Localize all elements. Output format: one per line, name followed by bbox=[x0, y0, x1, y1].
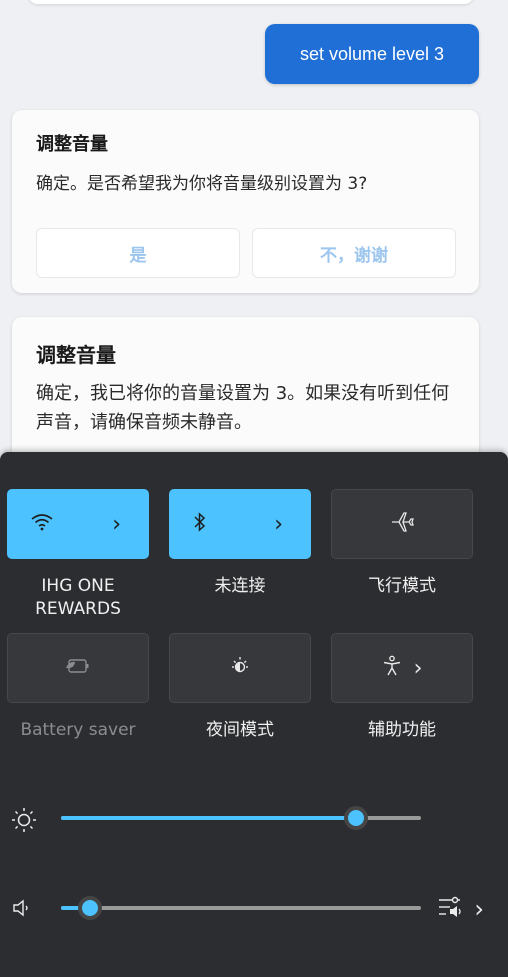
quick-settings-panel: › IHG ONE REWARDS › 未连接 飞行模式 Battery sav… bbox=[0, 452, 508, 977]
airplane-mode-tile[interactable] bbox=[331, 489, 473, 559]
user-message-text: set volume level 3 bbox=[299, 43, 445, 64]
card-text: 确定。是否希望我为你将音量级别设置为 3? bbox=[36, 174, 368, 194]
card-text: 确定，我已将你的音量设置为 3。如果没有听到任何声音，请确保音频未静音。 bbox=[36, 383, 450, 433]
bluetooth-tile[interactable]: › bbox=[169, 489, 311, 559]
card-title: 调整音量 bbox=[36, 134, 108, 155]
night-light-tile[interactable] bbox=[169, 633, 311, 703]
accessibility-label: 辅助功能 bbox=[368, 720, 436, 740]
volume-slider[interactable] bbox=[61, 896, 421, 920]
sound-mixer-icon bbox=[438, 895, 466, 923]
battery-saver-label: Battery saver bbox=[20, 720, 136, 740]
chevron-right-icon[interactable]: › bbox=[274, 512, 283, 537]
accessibility-tile[interactable]: › bbox=[331, 633, 473, 703]
no-thanks-button[interactable]: 不，谢谢 bbox=[252, 228, 456, 278]
chat-area: set volume level 3 调整音量 确定。是否希望我为你将音量级别设… bbox=[0, 0, 508, 467]
accessibility-icon bbox=[382, 655, 402, 682]
brightness-fill bbox=[61, 816, 357, 820]
chevron-right-icon: › bbox=[474, 895, 484, 923]
wifi-tile[interactable]: › bbox=[7, 489, 149, 559]
volume-mixer-button[interactable]: › bbox=[438, 895, 484, 923]
sun-icon bbox=[10, 806, 38, 840]
brightness-slider[interactable] bbox=[61, 806, 421, 830]
confirm-volume-card: 调整音量 确定。是否希望我为你将音量级别设置为 3? 是 不，谢谢 bbox=[12, 110, 479, 293]
volume-thumb[interactable] bbox=[77, 896, 102, 920]
yes-button[interactable]: 是 bbox=[36, 228, 240, 278]
brightness-thumb[interactable] bbox=[344, 806, 369, 830]
night-light-label: 夜间模式 bbox=[206, 720, 274, 740]
speaker-icon[interactable] bbox=[10, 896, 34, 926]
airplane-icon bbox=[390, 511, 414, 538]
chevron-right-icon[interactable]: › bbox=[414, 656, 423, 681]
airplane-mode-label: 飞行模式 bbox=[368, 576, 436, 596]
previous-card bbox=[28, 0, 474, 4]
battery-saver-tile[interactable] bbox=[7, 633, 149, 703]
volume-set-card: 调整音量 确定，我已将你的音量设置为 3。如果没有听到任何声音，请确保音频未静音… bbox=[12, 317, 479, 467]
bluetooth-label: 未连接 bbox=[214, 576, 266, 596]
wifi-label: IHG ONE REWARDS bbox=[35, 576, 121, 619]
chevron-right-icon[interactable]: › bbox=[112, 512, 121, 537]
night-light-icon bbox=[229, 655, 251, 682]
card-title: 调整音量 bbox=[36, 343, 116, 367]
bluetooth-icon bbox=[193, 511, 207, 537]
wifi-icon bbox=[31, 513, 53, 536]
battery-saver-icon bbox=[65, 657, 91, 679]
user-message-bubble: set volume level 3 bbox=[265, 24, 479, 84]
